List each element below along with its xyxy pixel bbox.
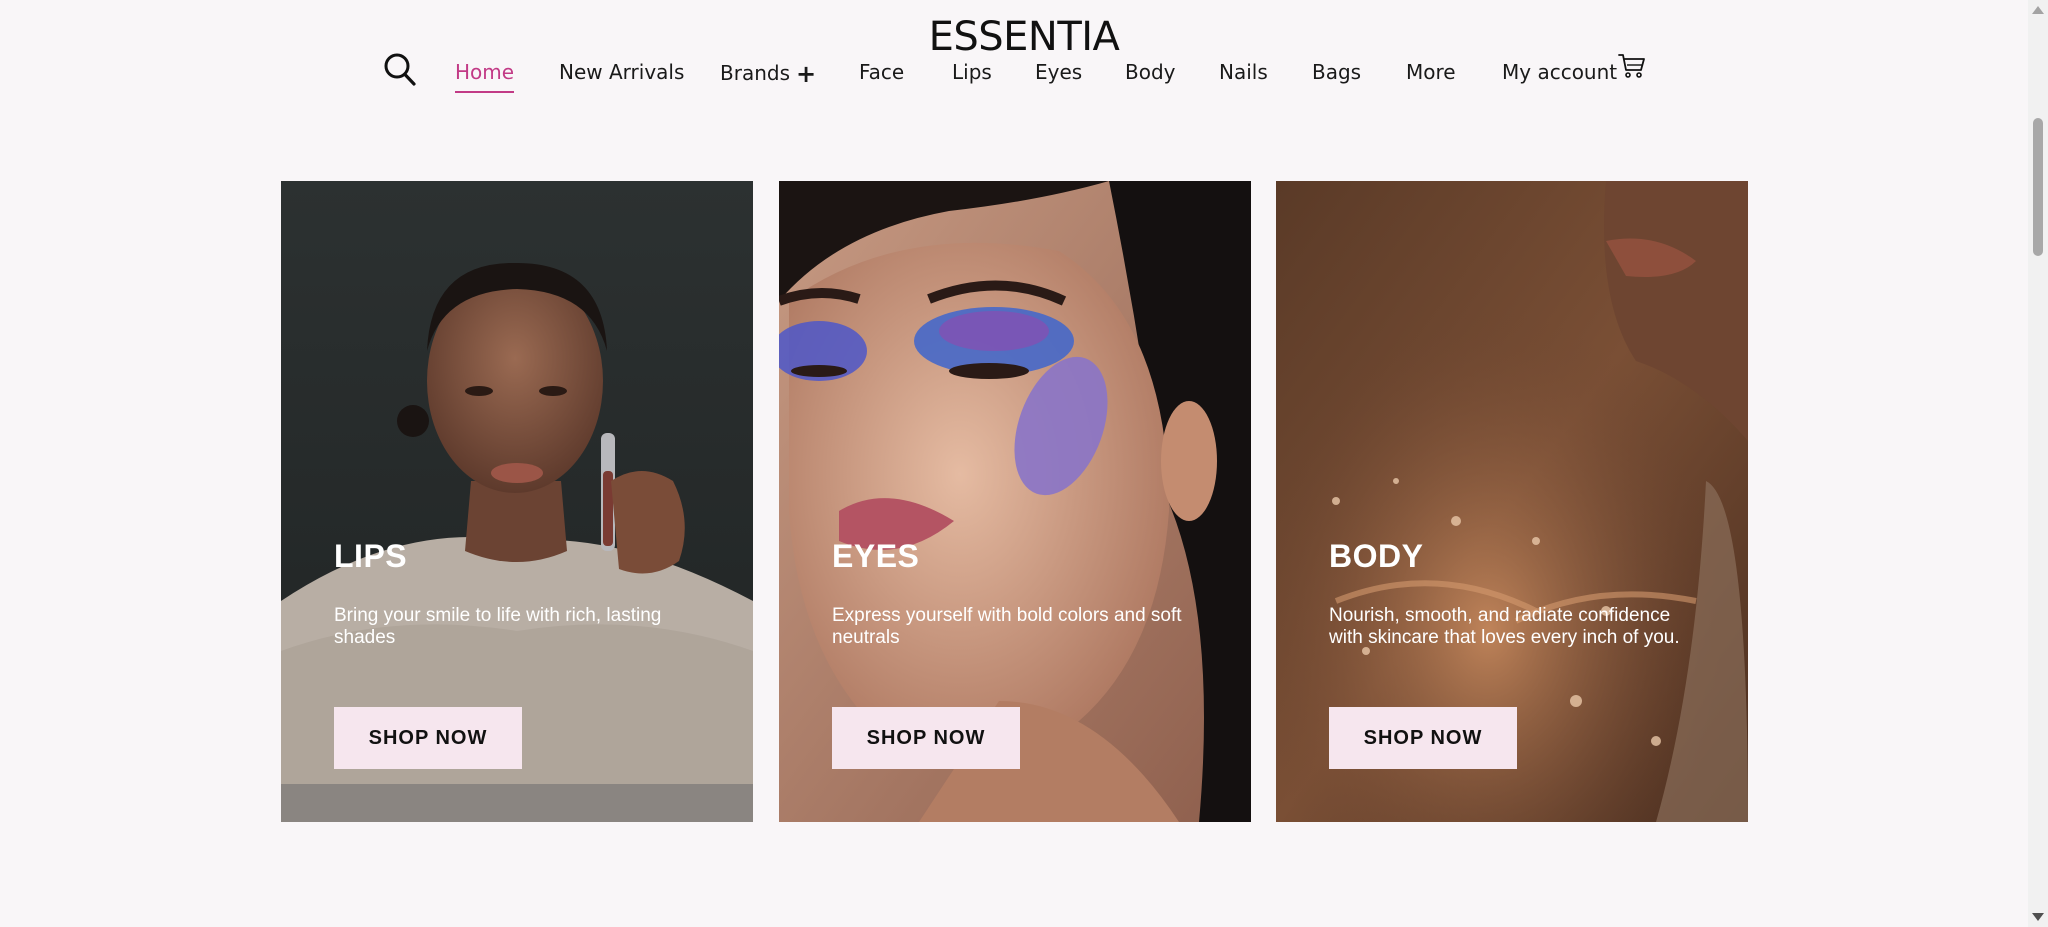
nav-item-my-account[interactable]: My account — [1502, 60, 1617, 84]
shop-now-button[interactable]: SHOP NOW — [334, 707, 522, 769]
scroll-down-arrow-icon[interactable] — [2032, 913, 2044, 921]
card-title: BODY — [1329, 538, 1424, 574]
category-card-body[interactable]: BODY Nourish, smooth, and radiate confid… — [1276, 181, 1748, 822]
card-description: Express yourself with bold colors and so… — [832, 605, 1182, 648]
nav-item-brands-label: Brands — [720, 61, 790, 85]
scroll-up-arrow-icon[interactable] — [2032, 6, 2044, 14]
plus-icon[interactable]: + — [796, 60, 816, 88]
nav-item-brands[interactable]: Brands + — [720, 60, 816, 88]
card-description: Bring your smile to life with rich, last… — [334, 605, 662, 648]
card-description: Nourish, smooth, and radiate confidence … — [1329, 605, 1680, 648]
card-title: LIPS — [334, 538, 408, 574]
category-card-eyes[interactable]: EYES Express yourself with bold colors a… — [779, 181, 1251, 822]
main-nav: Home New Arrivals Brands + Face Lips Eyes… — [0, 52, 2048, 100]
nav-item-more[interactable]: More — [1406, 60, 1456, 84]
shop-now-button[interactable]: SHOP NOW — [1329, 707, 1517, 769]
shop-now-button[interactable]: SHOP NOW — [832, 707, 1020, 769]
nav-item-eyes[interactable]: Eyes — [1035, 60, 1082, 84]
nav-item-home[interactable]: Home — [455, 60, 515, 93]
nav-item-bags[interactable]: Bags — [1312, 60, 1361, 84]
nav-item-face[interactable]: Face — [859, 60, 904, 84]
card-title: EYES — [832, 538, 920, 574]
scroll-thumb[interactable] — [2033, 118, 2043, 256]
nav-item-new-arrivals[interactable]: New Arrivals — [559, 60, 684, 84]
nav-item-lips[interactable]: Lips — [952, 60, 992, 84]
nav-item-body[interactable]: Body — [1125, 60, 1176, 84]
category-card-lips[interactable]: LIPS Bring your smile to life with rich,… — [281, 181, 753, 822]
scrollbar[interactable] — [2028, 0, 2048, 927]
nav-item-nails[interactable]: Nails — [1219, 60, 1268, 84]
cart-icon[interactable] — [1618, 52, 1646, 80]
